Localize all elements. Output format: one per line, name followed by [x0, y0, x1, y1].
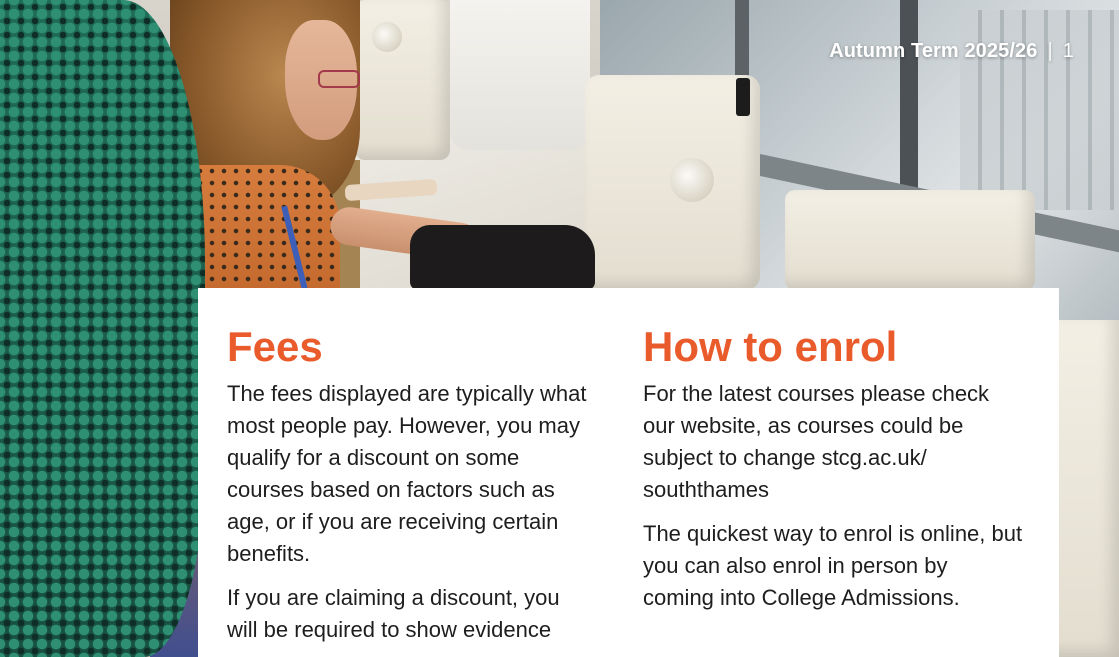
fees-paragraph: The fees displayed are typically what mo…: [227, 381, 587, 566]
enrol-section: How to enrol For the latest courses plea…: [643, 322, 1023, 626]
photo-thread-spool: [736, 78, 750, 116]
fees-heading: Fees: [227, 323, 323, 370]
page-number: 1: [1062, 40, 1074, 62]
enrol-paragraph: For the latest courses please check our …: [643, 381, 990, 502]
brochure-page: Autumn Term 2025/26 | 1 Fees The fees disp…: [0, 0, 1119, 657]
enrol-paragraph: The quickest way to enrol is online, but…: [643, 521, 1023, 610]
photo-fabric: [410, 225, 595, 290]
fees-section: Fees The fees displayed are typically wh…: [227, 322, 592, 657]
photo-machine-dial: [670, 158, 714, 202]
photo-tote-bag: [450, 0, 590, 150]
header-separator: |: [1047, 40, 1053, 62]
term-label: Autumn Term 2025/26: [829, 40, 1038, 62]
page-header: Autumn Term 2025/26 | 1: [829, 40, 1074, 63]
photo-glasses: [318, 70, 360, 88]
photo-machine-dial: [372, 22, 402, 52]
photo-sewing-machine: [785, 190, 1035, 290]
enrol-heading: How to enrol: [643, 323, 898, 370]
photo-sewing-machine: [355, 0, 450, 160]
content-panel: Fees The fees displayed are typically wh…: [198, 288, 1059, 657]
fees-paragraph: If you are claiming a discount, you will…: [227, 585, 560, 642]
photo-foreground-shirt: [0, 0, 205, 657]
